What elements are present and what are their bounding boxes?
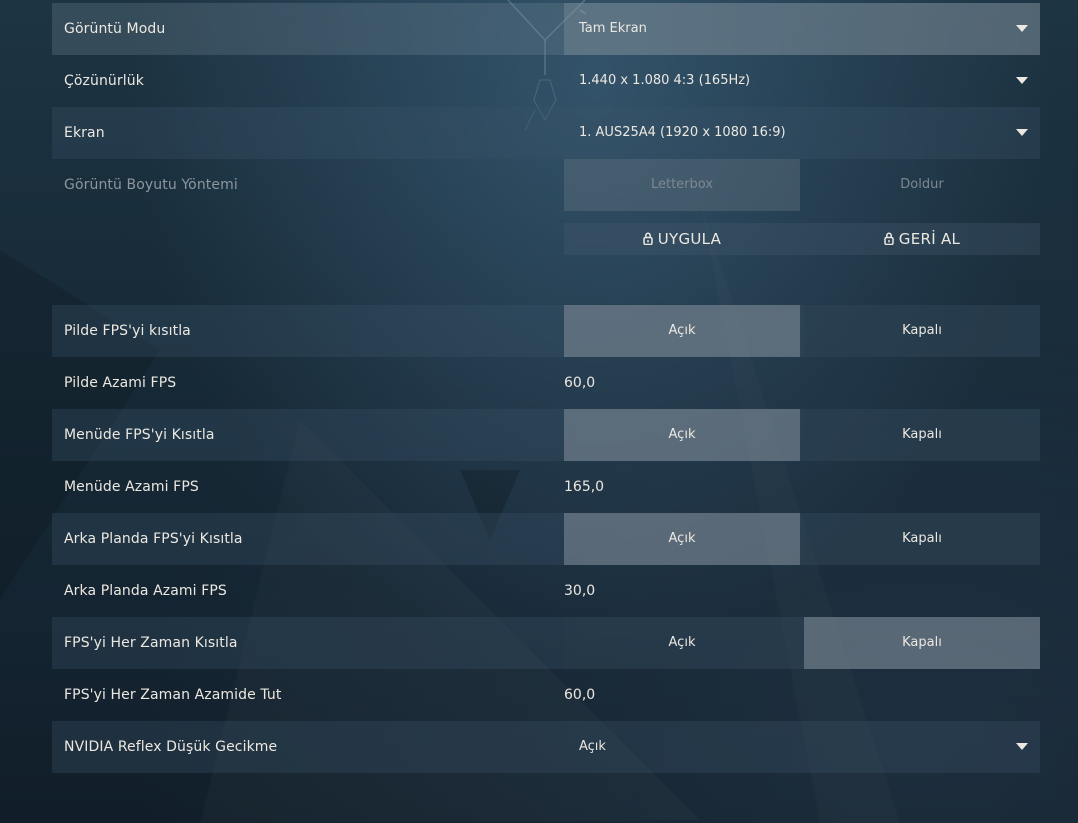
monitor-row: Ekran 1. AUS25A4 (1920 x 1080 16:9): [52, 107, 1040, 159]
chevron-down-icon: [1016, 77, 1028, 84]
max-fps-always-label: FPS'yi Her Zaman Azamide Tut: [64, 687, 282, 703]
limit-fps-background-off[interactable]: Kapalı: [804, 513, 1040, 565]
limit-fps-always-on[interactable]: Açık: [564, 617, 800, 669]
resolution-row: Çözünürlük 1.440 x 1.080 4:3 (165Hz): [52, 55, 1040, 107]
revert-button[interactable]: GERİ AL: [804, 223, 1040, 255]
max-fps-background-label: Arka Planda Azami FPS: [64, 583, 227, 599]
apply-label: UYGULA: [657, 230, 722, 248]
max-fps-background-row: Arka Planda Azami FPS 30,0: [52, 565, 1040, 617]
display-mode-dropdown[interactable]: Tam Ekran: [564, 3, 1040, 55]
lock-icon: [642, 224, 653, 256]
nvidia-reflex-dropdown[interactable]: Açık: [564, 721, 1040, 773]
monitor-label: Ekran: [64, 125, 105, 141]
apply-revert-bar: UYGULA GERİ AL: [564, 223, 1040, 255]
limit-fps-battery-label: Pilde FPS'yi kısıtla: [64, 323, 191, 339]
monitor-dropdown[interactable]: 1. AUS25A4 (1920 x 1080 16:9): [564, 107, 1040, 159]
max-fps-menu-input[interactable]: 165,0: [564, 461, 1040, 513]
limit-fps-background-on[interactable]: Açık: [564, 513, 800, 565]
fill-option[interactable]: Doldur: [804, 159, 1040, 211]
max-fps-always-input[interactable]: 60,0: [564, 669, 1040, 721]
resolution-label: Çözünürlük: [64, 73, 144, 89]
display-mode-label: Görüntü Modu: [64, 21, 166, 37]
limit-fps-background-row: Arka Planda FPS'yi Kısıtla Açık Kapalı: [52, 513, 1040, 565]
lock-icon: [884, 224, 894, 256]
display-mode-value: Tam Ekran: [579, 21, 647, 36]
nvidia-reflex-label: NVIDIA Reflex Düşük Gecikme: [64, 739, 278, 755]
limit-fps-always-label: FPS'yi Her Zaman Kısıtla: [64, 635, 238, 651]
max-fps-menu-row: Menüde Azami FPS 165,0: [52, 461, 1040, 513]
chevron-down-icon: [1016, 25, 1028, 32]
max-fps-battery-label: Pilde Azami FPS: [64, 375, 177, 391]
max-fps-always-row: FPS'yi Her Zaman Azamide Tut 60,0: [52, 669, 1040, 721]
max-fps-battery-input[interactable]: 60,0: [564, 357, 1040, 409]
resolution-value: 1.440 x 1.080 4:3 (165Hz): [579, 73, 751, 88]
limit-fps-menu-label: Menüde FPS'yi Kısıtla: [64, 427, 215, 443]
nvidia-reflex-row: NVIDIA Reflex Düşük Gecikme Açık: [52, 721, 1040, 773]
limit-fps-battery-on[interactable]: Açık: [564, 305, 800, 357]
limit-fps-battery-off[interactable]: Kapalı: [804, 305, 1040, 357]
limit-fps-background-label: Arka Planda FPS'yi Kısıtla: [64, 531, 243, 547]
letterbox-option[interactable]: Letterbox: [564, 159, 800, 211]
limit-fps-menu-on[interactable]: Açık: [564, 409, 800, 461]
monitor-value: 1. AUS25A4 (1920 x 1080 16:9): [579, 125, 786, 140]
max-fps-battery-row: Pilde Azami FPS 60,0: [52, 357, 1040, 409]
aspect-method-row: Görüntü Boyutu Yöntemi Letterbox Doldur: [52, 159, 1040, 211]
limit-fps-battery-row: Pilde FPS'yi kısıtla Açık Kapalı: [52, 305, 1040, 357]
max-fps-background-input[interactable]: 30,0: [564, 565, 1040, 617]
aspect-method-label: Görüntü Boyutu Yöntemi: [64, 177, 238, 193]
nvidia-reflex-value: Açık: [579, 739, 606, 754]
limit-fps-menu-off[interactable]: Kapalı: [804, 409, 1040, 461]
apply-button[interactable]: UYGULA: [564, 223, 800, 255]
limit-fps-always-off[interactable]: Kapalı: [804, 617, 1040, 669]
chevron-down-icon: [1016, 743, 1028, 750]
max-fps-menu-label: Menüde Azami FPS: [64, 479, 199, 495]
limit-fps-always-row: FPS'yi Her Zaman Kısıtla Açık Kapalı: [52, 617, 1040, 669]
revert-label: GERİ AL: [898, 230, 961, 248]
chevron-down-icon: [1016, 129, 1028, 136]
limit-fps-menu-row: Menüde FPS'yi Kısıtla Açık Kapalı: [52, 409, 1040, 461]
resolution-dropdown[interactable]: 1.440 x 1.080 4:3 (165Hz): [564, 55, 1040, 107]
display-mode-row: Görüntü Modu Tam Ekran: [52, 3, 1040, 55]
